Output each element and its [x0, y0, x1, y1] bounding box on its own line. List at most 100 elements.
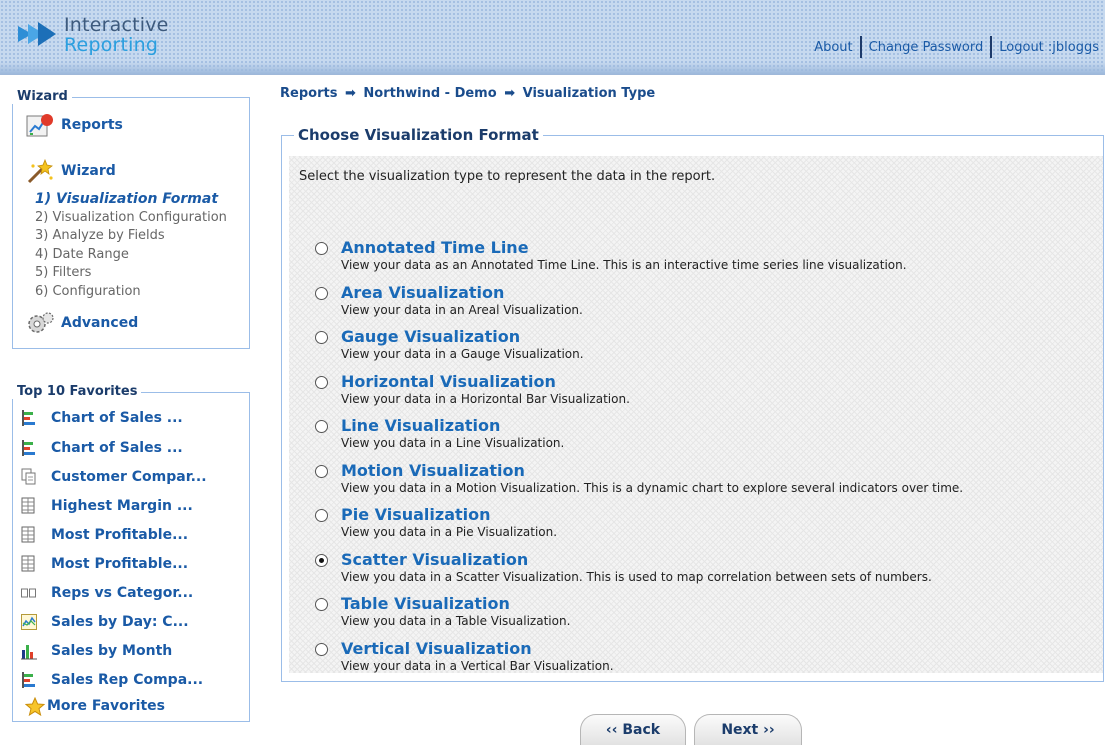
- favorite-item[interactable]: Chart of Sales ...: [21, 409, 183, 427]
- favorite-item[interactable]: Chart of Sales ...: [21, 439, 183, 457]
- favorite-item[interactable]: Customer Compar...: [21, 468, 207, 486]
- radio-button[interactable]: [315, 376, 328, 389]
- step-visualization-configuration: 2) Visualization Configuration: [35, 209, 227, 225]
- favorite-item[interactable]: Most Profitable...: [21, 555, 188, 573]
- option-title[interactable]: Vertical Visualization: [341, 639, 532, 658]
- favorite-label: Highest Margin ...: [51, 498, 193, 514]
- option-description: View your data in a Vertical Bar Visuali…: [341, 659, 614, 673]
- table-icon: [21, 526, 37, 544]
- line-chart-icon: [21, 613, 37, 631]
- nav-wizard[interactable]: Wizard: [25, 158, 116, 184]
- radio-button[interactable]: [315, 242, 328, 255]
- radio-button[interactable]: [315, 598, 328, 611]
- gears-icon: [25, 310, 54, 336]
- magic-wand-icon: [25, 158, 53, 184]
- breadcrumb-arrow-icon: ➡: [344, 86, 356, 101]
- nav-reports[interactable]: Reports: [25, 112, 123, 138]
- radio-button-selected[interactable]: [315, 554, 328, 567]
- radio-button[interactable]: [315, 287, 328, 300]
- breadcrumb-arrow-icon: ➡: [504, 86, 516, 101]
- wizard-steps: 1) Visualization Format 2) Visualization…: [35, 190, 227, 302]
- breadcrumb-northwind-demo[interactable]: Northwind - Demo: [363, 86, 496, 101]
- option-description: View your data as an Annotated Time Line…: [341, 258, 907, 272]
- more-favorites-link[interactable]: More Favorites: [24, 696, 165, 717]
- favorite-label: Sales Rep Compa...: [51, 672, 204, 688]
- favorite-label: Sales by Month: [51, 643, 173, 659]
- favorite-item[interactable]: Sales by Day: C...: [21, 613, 189, 631]
- wizard-panel-title: Wizard: [9, 89, 72, 104]
- step-filters: 5) Filters: [35, 265, 92, 281]
- favorite-item[interactable]: Sales Rep Compa...: [21, 671, 203, 689]
- bar-chart-icon: [21, 409, 37, 427]
- favorite-item[interactable]: Highest Margin ...: [21, 497, 193, 515]
- favorite-label: Customer Compar...: [51, 469, 207, 485]
- favorite-label: Sales by Day: C...: [51, 614, 189, 630]
- radio-button[interactable]: [315, 509, 328, 522]
- pivot-icon: [21, 584, 37, 602]
- option-title[interactable]: Gauge Visualization: [341, 327, 520, 346]
- radio-button[interactable]: [315, 331, 328, 344]
- top-links: About Change Password Logout :jbloggs: [814, 36, 1099, 58]
- favorites-panel-title: Top 10 Favorites: [9, 384, 142, 399]
- about-link[interactable]: About: [814, 40, 852, 55]
- logo-text-line2: Reporting: [64, 34, 159, 56]
- bar-chart-icon: [21, 671, 37, 689]
- change-password-link[interactable]: Change Password: [869, 40, 984, 55]
- favorite-item[interactable]: Sales by Month: [21, 642, 172, 660]
- header-shade: [0, 62, 1105, 74]
- step-visualization-format[interactable]: 1) Visualization Format: [35, 190, 227, 209]
- logo-text-line1: Interactive: [64, 14, 169, 36]
- favorites-panel: Top 10 Favorites Chart of Sales ... Char…: [9, 384, 250, 722]
- reports-icon: [25, 112, 53, 138]
- option-title[interactable]: Motion Visualization: [341, 461, 525, 480]
- breadcrumb-visualization-type: Visualization Type: [522, 86, 656, 101]
- radio-button[interactable]: [315, 465, 328, 478]
- logout-link[interactable]: Logout :jbloggs: [999, 40, 1099, 55]
- breadcrumb: Reports ➡ Northwind - Demo ➡ Visualizati…: [280, 86, 655, 101]
- nav-advanced-label: Advanced: [61, 315, 139, 331]
- favorite-label: Reps vs Categor...: [51, 585, 194, 601]
- option-description: View your data in an Areal Visualization…: [341, 303, 583, 317]
- radio-button[interactable]: [315, 643, 328, 656]
- option-title[interactable]: Pie Visualization: [341, 505, 491, 524]
- bar-chart-icon: [21, 439, 37, 457]
- option-title[interactable]: Horizontal Visualization: [341, 372, 556, 391]
- back-button[interactable]: ‹‹ Back: [580, 714, 686, 745]
- option-title[interactable]: Table Visualization: [341, 594, 510, 613]
- column-chart-icon: [21, 642, 37, 660]
- visualization-format-fieldset: Choose Visualization Format Select the v…: [281, 126, 1104, 682]
- favorite-item[interactable]: Reps vs Categor...: [21, 584, 193, 602]
- page-title: Choose Visualization Format: [294, 126, 543, 144]
- favorite-item[interactable]: Most Profitable...: [21, 526, 188, 544]
- star-icon: [24, 696, 46, 717]
- favorite-label: Most Profitable...: [51, 527, 189, 543]
- option-description: View you data in a Line Visualization.: [341, 436, 565, 450]
- radio-button[interactable]: [315, 420, 328, 433]
- options-area: Select the visualization type to represe…: [289, 156, 1103, 673]
- logo-arrows-icon: [18, 22, 56, 46]
- favorite-label: Most Profitable...: [51, 556, 189, 572]
- favorite-label: Chart of Sales ...: [51, 410, 183, 426]
- intro-text: Select the visualization type to represe…: [299, 169, 716, 184]
- step-analyze-by-fields: 3) Analyze by Fields: [35, 228, 165, 244]
- option-description: View you data in a Motion Visualization.…: [341, 481, 964, 495]
- next-button[interactable]: Next ››: [694, 714, 802, 745]
- nav-reports-label: Reports: [61, 117, 123, 133]
- favorite-label: Chart of Sales ...: [51, 440, 183, 456]
- link-divider: [990, 36, 993, 58]
- link-divider: [859, 36, 862, 58]
- option-description: View your data in a Horizontal Bar Visua…: [341, 392, 630, 406]
- breadcrumb-reports[interactable]: Reports: [280, 86, 337, 101]
- option-description: View you data in a Pie Visualization.: [341, 525, 558, 539]
- option-title[interactable]: Annotated Time Line: [341, 238, 529, 257]
- document-copy-icon: [21, 468, 37, 486]
- table-icon: [21, 555, 37, 573]
- step-date-range: 4) Date Range: [35, 246, 129, 262]
- app-logo[interactable]: Interactive Reporting: [14, 12, 184, 56]
- nav-wizard-label: Wizard: [61, 163, 116, 179]
- option-title[interactable]: Area Visualization: [341, 283, 504, 302]
- nav-advanced[interactable]: Advanced: [25, 310, 138, 336]
- option-title[interactable]: Scatter Visualization: [341, 550, 528, 569]
- option-description: View you data in a Scatter Visualization…: [341, 570, 932, 584]
- option-title[interactable]: Line Visualization: [341, 416, 500, 435]
